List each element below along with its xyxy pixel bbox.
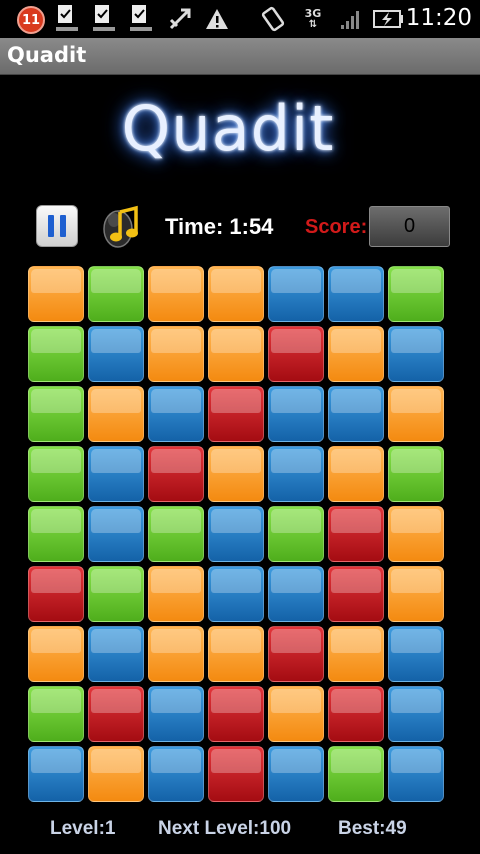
tile-blue[interactable] — [268, 566, 324, 622]
tile-green[interactable] — [388, 446, 444, 502]
tile-blue[interactable] — [268, 446, 324, 502]
tile-orange[interactable] — [328, 326, 384, 382]
tile-orange[interactable] — [388, 386, 444, 442]
tile-orange[interactable] — [208, 626, 264, 682]
tile-orange[interactable] — [148, 266, 204, 322]
app-title: Quadit — [7, 43, 87, 67]
best-score: Best:49 — [338, 818, 407, 839]
tile-blue[interactable] — [148, 746, 204, 802]
level-indicator: Level:1 — [50, 818, 116, 839]
tile-orange[interactable] — [208, 446, 264, 502]
score-label: Score: — [305, 216, 368, 238]
tile-blue[interactable] — [208, 566, 264, 622]
tile-red[interactable] — [88, 686, 144, 742]
tile-red[interactable] — [148, 446, 204, 502]
tile-red[interactable] — [328, 686, 384, 742]
tile-blue[interactable] — [328, 386, 384, 442]
tile-red[interactable] — [208, 746, 264, 802]
tile-red[interactable] — [268, 626, 324, 682]
tile-red[interactable] — [208, 686, 264, 742]
tile-orange[interactable] — [148, 626, 204, 682]
tile-orange[interactable] — [388, 506, 444, 562]
score-value: 0 — [369, 206, 450, 247]
music-note-icon — [103, 205, 138, 248]
tile-red[interactable] — [328, 566, 384, 622]
notification-count-badge[interactable]: 11 — [17, 6, 45, 34]
tile-blue[interactable] — [388, 626, 444, 682]
download-complete-icon[interactable] — [89, 4, 119, 34]
tile-orange[interactable] — [328, 446, 384, 502]
tile-blue[interactable] — [268, 386, 324, 442]
music-toggle-button[interactable] — [100, 202, 142, 250]
tile-blue[interactable] — [88, 326, 144, 382]
tile-blue[interactable] — [328, 266, 384, 322]
tile-blue[interactable] — [88, 506, 144, 562]
tile-blue[interactable] — [28, 746, 84, 802]
tile-green[interactable] — [88, 566, 144, 622]
app-title-bar: Quadit — [0, 38, 480, 75]
rotate-icon — [258, 4, 288, 34]
time-remaining: Time: 1:54 — [165, 214, 274, 239]
tile-blue[interactable] — [148, 386, 204, 442]
tile-red[interactable] — [328, 506, 384, 562]
signal-bars-icon — [336, 4, 366, 34]
tile-blue[interactable] — [388, 326, 444, 382]
tile-orange[interactable] — [328, 626, 384, 682]
tile-green[interactable] — [28, 386, 84, 442]
clock: 11:20 — [405, 5, 472, 31]
tile-orange[interactable] — [88, 386, 144, 442]
usb-debug-icon[interactable] — [165, 4, 195, 34]
pause-icon — [45, 215, 69, 237]
battery-charging-icon — [372, 4, 406, 34]
tile-orange[interactable] — [148, 326, 204, 382]
tile-green[interactable] — [88, 266, 144, 322]
tile-green[interactable] — [268, 506, 324, 562]
tile-orange[interactable] — [28, 626, 84, 682]
tile-blue[interactable] — [388, 746, 444, 802]
tile-red[interactable] — [28, 566, 84, 622]
tile-orange[interactable] — [28, 266, 84, 322]
tile-blue[interactable] — [388, 686, 444, 742]
tile-red[interactable] — [268, 326, 324, 382]
network-label: 3G — [304, 7, 322, 20]
tile-green[interactable] — [328, 746, 384, 802]
tile-orange[interactable] — [88, 746, 144, 802]
tile-blue[interactable] — [88, 626, 144, 682]
tile-green[interactable] — [148, 506, 204, 562]
tile-orange[interactable] — [388, 566, 444, 622]
status-bar: 11 3G ⇅ 11:20 — [0, 0, 480, 38]
tile-blue[interactable] — [268, 266, 324, 322]
tile-orange[interactable] — [148, 566, 204, 622]
download-complete-icon[interactable] — [52, 4, 82, 34]
tile-orange[interactable] — [208, 326, 264, 382]
tile-green[interactable] — [28, 506, 84, 562]
tile-orange[interactable] — [208, 266, 264, 322]
tile-blue[interactable] — [268, 746, 324, 802]
tile-green[interactable] — [28, 326, 84, 382]
tile-green[interactable] — [28, 446, 84, 502]
tile-red[interactable] — [208, 386, 264, 442]
warning-icon[interactable] — [202, 4, 232, 34]
tile-blue[interactable] — [208, 506, 264, 562]
game-board[interactable] — [27, 265, 447, 805]
tile-blue[interactable] — [88, 446, 144, 502]
tile-green[interactable] — [388, 266, 444, 322]
tile-orange[interactable] — [268, 686, 324, 742]
download-complete-icon[interactable] — [126, 4, 156, 34]
tile-green[interactable] — [28, 686, 84, 742]
pause-button[interactable] — [36, 205, 78, 247]
tile-blue[interactable] — [148, 686, 204, 742]
next-level-indicator: Next Level:100 — [158, 818, 292, 839]
network-3g-icon: 3G ⇅ — [304, 7, 322, 30]
game-logo: Quadit — [121, 92, 335, 165]
